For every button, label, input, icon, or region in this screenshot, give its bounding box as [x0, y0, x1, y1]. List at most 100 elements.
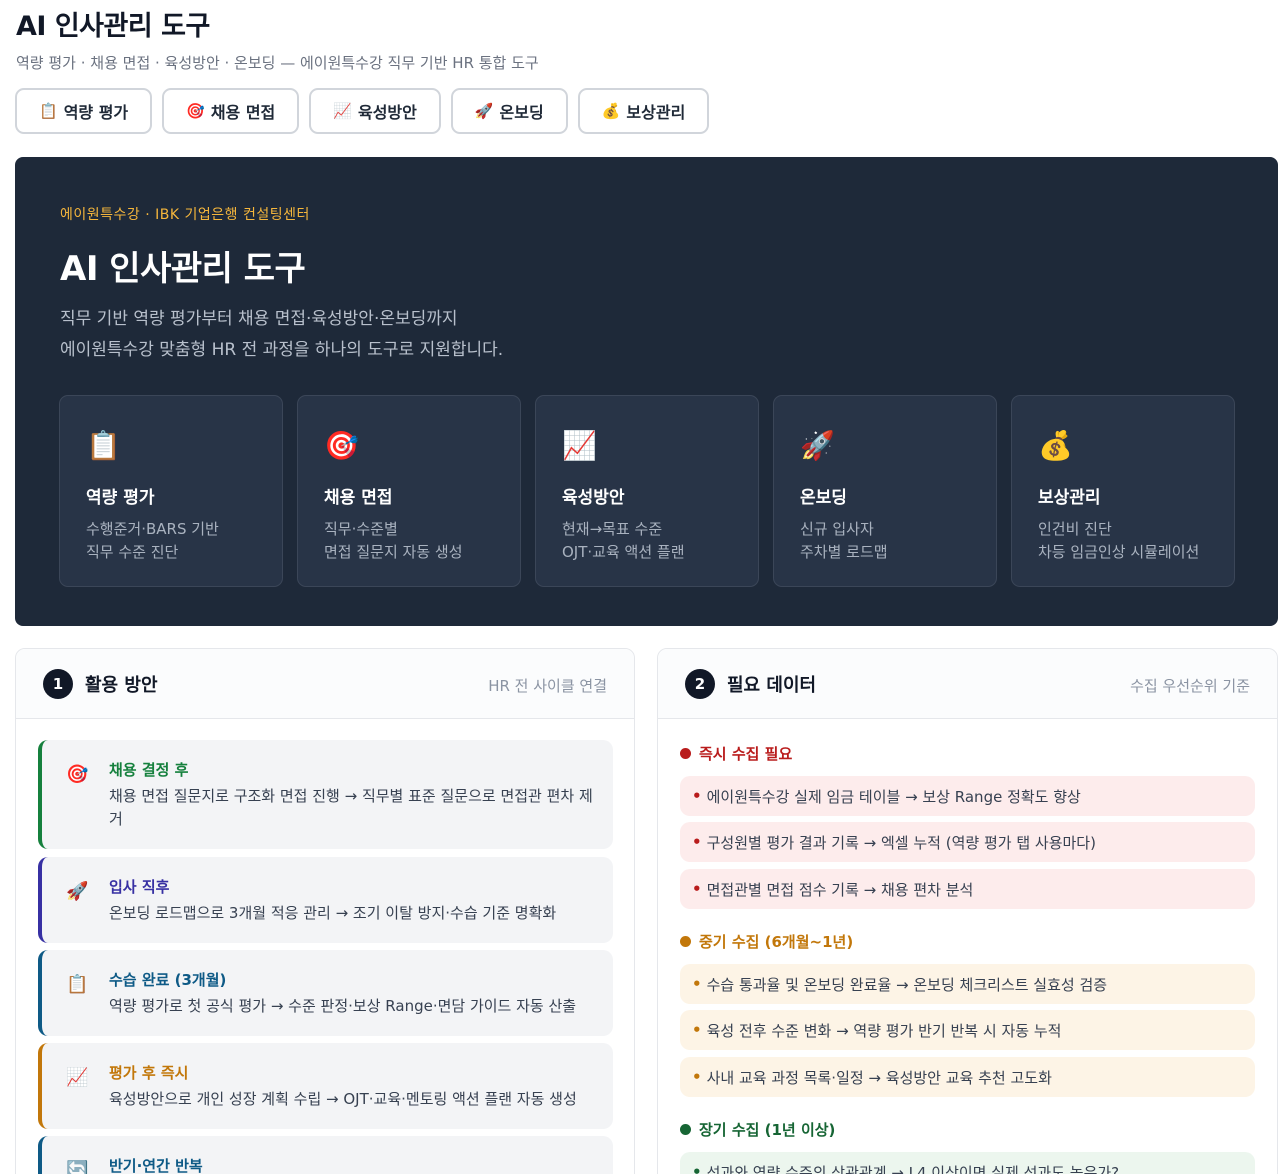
tab-label: 채용 면접 [210, 103, 276, 122]
feature-card-onboarding[interactable]: 🚀 온보딩 신규 입사자 주차별 로드맵 [773, 395, 997, 587]
chart-up-icon: 📈 [66, 1067, 89, 1088]
target-icon: 🎯 [324, 429, 359, 462]
data-panel: 2 필요 데이터 수집 우선순위 기준 즉시 수집 필요 • 에이원특수강 실제… [657, 648, 1278, 1174]
hero-banner: 에이원특수강 · IBK 기업은행 컨설팅센터 AI 인사관리 도구 직무 기반… [15, 157, 1278, 626]
step-number-badge: 1 [43, 669, 73, 699]
usage-item-body: 채용 면접 질문지로 구조화 면접 진행 → 직무별 표준 질문으로 면접관 편… [109, 787, 593, 828]
data-item: • 성과와 역량 수준의 상관관계 → L4 이상이면 실제 성과도 높은가? [680, 1152, 1255, 1174]
rocket-icon: 🚀 [800, 429, 835, 462]
data-item: • 에이원특수강 실제 임금 테이블 → 보상 Range 정확도 향상 [680, 776, 1255, 816]
tab-label: 역량 평가 [63, 103, 129, 122]
data-item: • 육성 전후 수준 변화 → 역량 평가 반기 반복 시 자동 누적 [680, 1010, 1255, 1050]
target-icon: 🎯 [186, 102, 205, 120]
data-item-text: 면접관별 면접 점수 기록 → 채용 편차 분석 [706, 880, 974, 899]
data-panel-header: 2 필요 데이터 수집 우선순위 기준 [658, 649, 1277, 719]
usage-item-title: 반기·연간 반복 [109, 1157, 203, 1174]
usage-panel-title: 활용 방안 [85, 675, 158, 696]
tab-label: 보상관리 [626, 103, 686, 122]
usage-item-title: 평가 후 즉시 [109, 1064, 189, 1082]
feature-card-desc: 신규 입사자 [800, 520, 874, 538]
usage-item-body: 온보딩 로드맵으로 3개월 적응 관리 → 조기 이탈 방지·수습 기준 명확화 [109, 904, 557, 922]
hero-description: 직무 기반 역량 평가부터 채용 면접·육성방안·온보딩까지 에이원특수강 맞춤… [60, 304, 503, 366]
status-dot [680, 936, 691, 947]
tab-label: 육성방안 [357, 103, 417, 122]
feature-card-compensation[interactable]: 💰 보상관리 인건비 진단 차등 임금인상 시뮬레이션 [1011, 395, 1235, 587]
section-label: 즉시 수집 필요 [699, 745, 793, 763]
usage-item: 🎯 채용 결정 후 채용 면접 질문지로 구조화 면접 진행 → 직무별 표준 … [38, 740, 613, 849]
status-dot [680, 1124, 691, 1135]
data-item-text: 사내 교육 과정 목록·일정 → 육성방안 교육 추천 고도화 [706, 1068, 1052, 1087]
feature-card-desc: OJT·교육 액션 플랜 [562, 543, 685, 561]
bullet-icon: • [692, 1163, 702, 1174]
bullet-icon: • [692, 975, 702, 993]
bullet-icon: • [692, 1021, 702, 1039]
feature-card-interview[interactable]: 🎯 채용 면접 직무·수준별 면접 질문지 자동 생성 [297, 395, 521, 587]
repeat-icon: 🔄 [66, 1160, 89, 1174]
usage-panel-note: HR 전 사이클 연결 [488, 677, 607, 695]
page-subtitle: 역량 평가 · 채용 면접 · 육성방안 · 온보딩 — 에이원특수강 직무 기… [16, 54, 539, 72]
data-panel-note: 수집 우선순위 기준 [1130, 677, 1250, 695]
bullet-icon: • [692, 787, 702, 805]
feature-card-desc: 인건비 진단 [1038, 520, 1112, 538]
data-item-text: 에이원특수강 실제 임금 테이블 → 보상 Range 정확도 향상 [706, 787, 1081, 806]
chart-up-icon: 📈 [562, 429, 597, 462]
feature-card-development[interactable]: 📈 육성방안 현재→목표 수준 OJT·교육 액션 플랜 [535, 395, 759, 587]
feature-card-desc: 수행준거·BARS 기반 [86, 520, 219, 538]
usage-item: 🚀 입사 직후 온보딩 로드맵으로 3개월 적응 관리 → 조기 이탈 방지·수… [38, 857, 613, 943]
usage-item: 📈 평가 후 즉시 육성방안으로 개인 성장 계획 수립 → OJT·교육·멘토… [38, 1043, 613, 1129]
section-longterm: 장기 수집 (1년 이상) [680, 1119, 835, 1140]
feature-card-competency[interactable]: 📋 역량 평가 수행준거·BARS 기반 직무 수준 진단 [59, 395, 283, 587]
feature-card-title: 온보딩 [800, 488, 847, 508]
feature-card-title: 채용 면접 [324, 488, 393, 508]
usage-item-title: 입사 직후 [109, 878, 170, 896]
feature-card-desc: 차등 임금인상 시뮬레이션 [1038, 543, 1200, 561]
feature-card-desc: 면접 질문지 자동 생성 [324, 543, 463, 561]
feature-card-desc: 직무·수준별 [324, 520, 398, 538]
data-item: • 면접관별 면접 점수 기록 → 채용 편차 분석 [680, 869, 1255, 909]
page-title: AI 인사관리 도구 [16, 11, 210, 42]
data-panel-title: 필요 데이터 [727, 675, 817, 696]
target-icon: 🎯 [66, 764, 89, 785]
tab-bar: 📋 역량 평가 🎯 채용 면접 📈 육성방안 🚀 온보딩 💰 보상관리 [15, 88, 710, 134]
hero-description-line: 직무 기반 역량 평가부터 채용 면접·육성방안·온보딩까지 [60, 309, 458, 329]
hero-title: AI 인사관리 도구 [60, 249, 306, 289]
tab-development-plan[interactable]: 📈 육성방안 [309, 88, 441, 134]
step-number-badge: 2 [685, 669, 715, 699]
clipboard-icon: 📋 [86, 429, 121, 462]
usage-panel: 1 활용 방안 HR 전 사이클 연결 🎯 채용 결정 후 채용 면접 질문지로… [15, 648, 635, 1174]
bullet-icon: • [692, 833, 702, 851]
data-item: • 사내 교육 과정 목록·일정 → 육성방안 교육 추천 고도화 [680, 1057, 1255, 1097]
tab-recruitment-interview[interactable]: 🎯 채용 면접 [162, 88, 300, 134]
data-item-text: 성과와 역량 수준의 상관관계 → L4 이상이면 실제 성과도 높은가? [706, 1163, 1120, 1174]
hero-description-line: 에이원특수강 맞춤형 HR 전 과정을 하나의 도구로 지원합니다. [60, 340, 504, 360]
section-immediate: 즉시 수집 필요 [680, 743, 792, 764]
clipboard-icon: 📋 [39, 102, 58, 120]
feature-card-desc: 현재→목표 수준 [562, 520, 663, 538]
status-dot [680, 748, 691, 759]
rocket-icon: 🚀 [66, 881, 89, 902]
section-midterm: 중기 수집 (6개월~1년) [680, 931, 853, 952]
usage-panel-header: 1 활용 방안 HR 전 사이클 연결 [16, 649, 634, 719]
chart-up-icon: 📈 [333, 102, 352, 120]
usage-item-title: 수습 완료 (3개월) [109, 971, 227, 989]
tab-competency-evaluation[interactable]: 📋 역량 평가 [15, 88, 153, 134]
bullet-icon: • [692, 880, 702, 898]
feature-card-desc: 직무 수준 진단 [86, 543, 179, 561]
section-label: 장기 수집 (1년 이상) [699, 1121, 836, 1139]
money-bag-icon: 💰 [1038, 429, 1073, 462]
data-item: • 구성원별 평가 결과 기록 → 엑셀 누적 (역량 평가 탭 사용마다) [680, 822, 1255, 862]
feature-card-desc: 주차별 로드맵 [800, 543, 888, 561]
hero-eyebrow: 에이원특수강 · IBK 기업은행 컨설팅센터 [60, 207, 310, 223]
feature-card-title: 보상관리 [1038, 488, 1101, 508]
usage-item-title: 채용 결정 후 [109, 761, 189, 779]
feature-card-title: 육성방안 [562, 488, 625, 508]
bullet-icon: • [692, 1068, 702, 1086]
usage-item-body: 육성방안으로 개인 성장 계획 수립 → OJT·교육·멘토링 액션 플랜 자동… [109, 1090, 577, 1108]
feature-cards: 📋 역량 평가 수행준거·BARS 기반 직무 수준 진단 🎯 채용 면접 직무… [59, 395, 1235, 587]
usage-item: 🔄 반기·연간 반복 [38, 1136, 613, 1174]
tab-compensation[interactable]: 💰 보상관리 [577, 88, 710, 134]
section-label: 중기 수집 (6개월~1년) [699, 933, 854, 951]
feature-card-title: 역량 평가 [86, 488, 155, 508]
tab-onboarding[interactable]: 🚀 온보딩 [450, 88, 568, 134]
tab-label: 온보딩 [499, 103, 544, 122]
